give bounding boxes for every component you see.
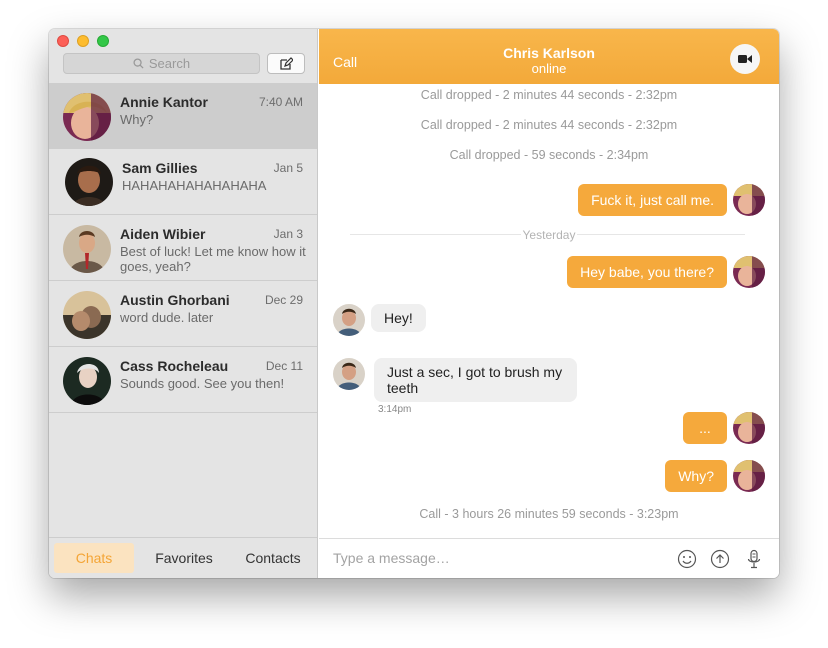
search-input[interactable]: Search [63,53,260,74]
search-placeholder: Search [148,56,191,71]
last-message-preview: HAHAHAHAHAHAHAHA [122,178,267,193]
system-message: Call dropped - 2 minutes 44 seconds - 2:… [420,88,678,102]
contact-name: Cass Rocheleau [120,358,229,374]
contact-name: Austin Ghorbani [120,292,230,308]
message-timestamp: 3:14pm [378,404,412,415]
window-controls [57,35,109,47]
system-message: Call dropped - 59 seconds - 2:34pm [449,148,649,162]
contact-name: Sam Gillies [122,160,198,176]
app-window: Search Annie Kantor 7:40 AM Why? Sam Gil… [49,29,779,578]
last-message-preview: Sounds good. See you then! [120,376,285,391]
search-icon [133,58,144,69]
chat-contact-name: Chris Karlson [503,45,595,61]
conversation-item[interactable]: Sam Gillies Jan 5 HAHAHAHAHAHAHAHA [49,149,317,215]
chat-header: Call Chris Karlson online [319,29,779,84]
tab-contacts[interactable]: Contacts [234,550,312,566]
microphone-icon[interactable] [744,549,764,569]
avatar [63,93,111,141]
avatar [333,304,365,336]
avatar [333,358,365,390]
avatar [733,184,765,216]
message-input[interactable]: Type a message… [333,550,450,566]
chat-panel: Call Chris Karlson online Call dropped -… [319,29,779,578]
system-message: Call - 3 hours 26 minutes 59 seconds - 3… [419,507,679,521]
upload-icon[interactable] [710,549,730,569]
avatar [733,412,765,444]
conversation-item[interactable]: Austin Ghorbani Dec 29 word dude. later [49,281,317,347]
conversation-item[interactable]: Cass Rocheleau Dec 11 Sounds good. See y… [49,347,317,413]
avatar [733,460,765,492]
avatar [65,158,113,206]
minimize-window-button[interactable] [77,35,89,47]
last-message-time: 7:40 AM [258,95,303,109]
avatar [63,357,111,405]
last-message-preview: word dude. later [120,310,214,325]
outgoing-message: Hey babe, you there? [567,256,727,288]
last-message-preview: Why? [120,112,154,127]
date-divider: Yesterday [520,228,578,242]
last-message-time: Jan 3 [273,227,303,241]
zoom-window-button[interactable] [97,35,109,47]
incoming-message: Hey! [371,304,426,332]
compose-button[interactable] [267,53,305,74]
last-message-time: Dec 11 [265,359,303,373]
message-composer: Type a message… [319,538,779,578]
tab-chats[interactable]: Chats [54,543,134,573]
sidebar-tabs: Chats Favorites Contacts [49,537,317,578]
chat-contact-status: online [531,61,567,76]
conversation-list: Annie Kantor 7:40 AM Why? Sam Gillies Ja… [49,83,317,413]
system-message: Call dropped - 2 minutes 44 seconds - 2:… [420,118,678,132]
avatar [63,291,111,339]
close-window-button[interactable] [57,35,69,47]
avatar [733,256,765,288]
emoji-icon[interactable] [677,549,697,569]
conversation-item[interactable]: Annie Kantor 7:40 AM Why? [49,83,317,149]
last-message-preview: Best of luck! Let me know how it goes, y… [120,244,306,274]
incoming-message: Just a sec, I got to brush my teeth [374,358,577,402]
contact-name: Aiden Wibier [120,226,206,242]
video-call-button[interactable] [730,44,760,74]
avatar [63,225,111,273]
contact-name: Annie Kantor [120,94,208,110]
last-message-time: Jan 5 [273,161,303,175]
compose-icon [280,56,293,70]
sidebar: Search Annie Kantor 7:40 AM Why? Sam Gil… [49,29,318,578]
outgoing-message: Why? [665,460,727,492]
last-message-time: Dec 29 [264,293,303,307]
outgoing-message: ... [683,412,727,444]
tab-favorites[interactable]: Favorites [134,550,234,566]
outgoing-message: Fuck it, just call me. [578,184,727,216]
conversation-item[interactable]: Aiden Wibier Jan 3 Best of luck! Let me … [49,215,317,281]
video-camera-icon [738,55,752,63]
